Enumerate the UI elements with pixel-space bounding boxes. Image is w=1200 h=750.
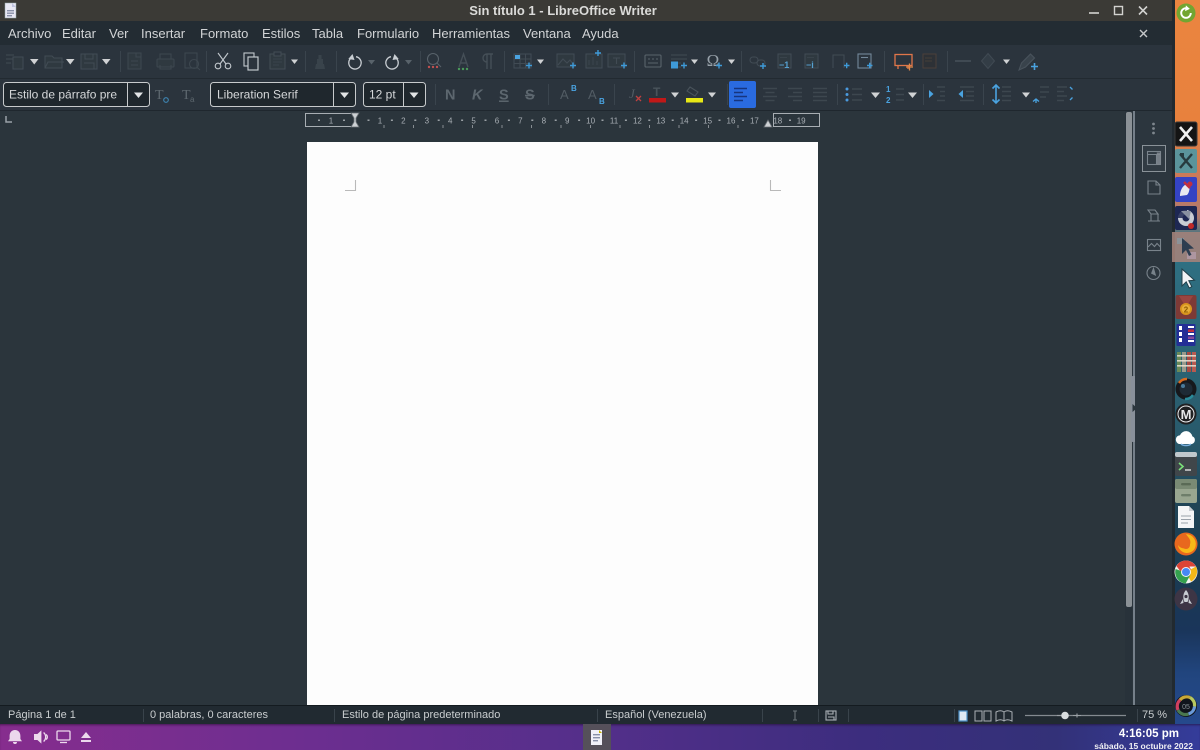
svg-text:11: 11: [610, 117, 619, 126]
svg-text:Ω: Ω: [707, 51, 720, 70]
svg-text:J: J: [629, 86, 636, 101]
svg-text:16: 16: [727, 117, 736, 126]
svg-text:18: 18: [773, 117, 782, 126]
svg-text:19: 19: [797, 117, 806, 126]
svg-text:A: A: [588, 87, 597, 102]
svg-text:1: 1: [378, 117, 383, 126]
svg-text:2: 2: [886, 96, 891, 105]
svg-text:M: M: [1181, 407, 1192, 422]
svg-text:Estilo de párrafo pre: Estilo de párrafo pre: [9, 88, 117, 102]
svg-text:Liberation Serif: Liberation Serif: [217, 88, 298, 102]
svg-text:12 pt: 12 pt: [369, 88, 396, 102]
svg-text:T: T: [155, 88, 164, 103]
svg-text:1: 1: [329, 117, 334, 126]
svg-text:9: 9: [565, 117, 570, 126]
svg-text:14: 14: [680, 117, 689, 126]
svg-text:05: 05: [1182, 704, 1190, 711]
svg-text:K: K: [472, 88, 484, 104]
svg-text:17: 17: [750, 117, 759, 126]
svg-text:−1: −1: [779, 60, 789, 70]
svg-text:T: T: [653, 85, 661, 99]
svg-text:−i: −i: [806, 60, 814, 70]
svg-text:2: 2: [401, 117, 406, 126]
svg-text:3: 3: [425, 117, 430, 126]
svg-text:15: 15: [703, 117, 712, 126]
svg-text:2: 2: [1184, 306, 1189, 315]
svg-text:S: S: [525, 88, 535, 104]
svg-text:7: 7: [518, 117, 523, 126]
svg-text:a: a: [190, 95, 195, 104]
svg-text:A: A: [560, 87, 569, 102]
svg-text:10: 10: [586, 117, 595, 126]
svg-text:8: 8: [542, 117, 547, 126]
svg-text:B: B: [599, 97, 605, 106]
svg-text:6: 6: [495, 117, 500, 126]
svg-text:12: 12: [633, 117, 642, 126]
svg-text:1: 1: [886, 85, 891, 94]
svg-text:13: 13: [656, 117, 665, 126]
svg-text:N: N: [445, 88, 455, 104]
svg-text:4: 4: [448, 117, 453, 126]
svg-text:B: B: [571, 84, 577, 93]
svg-text:S: S: [499, 88, 509, 104]
svg-text:5: 5: [471, 117, 476, 126]
